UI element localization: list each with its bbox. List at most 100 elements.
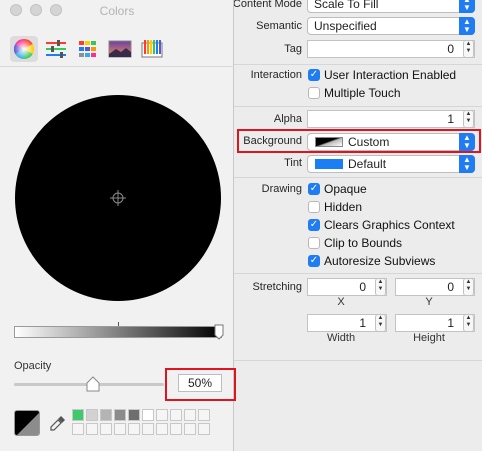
crosshair-icon[interactable] bbox=[110, 190, 126, 206]
favorite-swatch[interactable] bbox=[100, 409, 112, 421]
stretch-width-value: 1 bbox=[359, 316, 366, 330]
favorite-swatch[interactable] bbox=[128, 409, 140, 421]
section-divider bbox=[234, 360, 482, 361]
stretch-width-stepper[interactable]: ▲ ▼ bbox=[375, 314, 386, 332]
stretch-width-label: Width bbox=[326, 332, 356, 344]
favorite-swatch[interactable] bbox=[156, 423, 168, 435]
alpha-field[interactable]: 1 ▲ ▼ bbox=[307, 110, 475, 128]
stretch-width-field[interactable]: 1 ▲ ▼ bbox=[307, 314, 387, 332]
tint-swatch bbox=[315, 159, 343, 169]
tab-image-palettes[interactable] bbox=[106, 36, 134, 62]
interaction-label: Interaction bbox=[250, 69, 302, 81]
user-interaction-label: User Interaction Enabled bbox=[324, 68, 457, 82]
autoresize-label: Autoresize Subviews bbox=[324, 254, 436, 268]
opacity-knob[interactable] bbox=[86, 376, 100, 392]
clip-to-bounds-label: Clip to Bounds bbox=[324, 236, 403, 250]
tag-stepper[interactable]: ▲ ▼ bbox=[463, 40, 474, 58]
chevron-updown-icon: ▲▼ bbox=[459, 0, 475, 13]
stretch-height-label: Height bbox=[413, 332, 445, 344]
favorite-swatch[interactable] bbox=[184, 409, 196, 421]
color-wheel-icon bbox=[14, 39, 34, 59]
chevron-updown-icon: ▲▼ bbox=[459, 155, 475, 173]
stretch-x-field[interactable]: 0 ▲ ▼ bbox=[307, 278, 387, 296]
stretching-label: Stretching bbox=[252, 281, 302, 293]
background-highlight-box bbox=[237, 129, 481, 153]
current-color-swatch[interactable] bbox=[14, 410, 40, 436]
user-interaction-checkbox[interactable]: ✓ bbox=[308, 69, 320, 81]
stretch-y-field[interactable]: 0 ▲ ▼ bbox=[395, 278, 475, 296]
hidden-label: Hidden bbox=[324, 200, 363, 214]
alpha-value: 1 bbox=[447, 112, 454, 126]
brightness-tick bbox=[118, 322, 119, 326]
content-mode-value: Scale To Fill bbox=[314, 0, 379, 11]
content-mode-popup[interactable]: Scale To Fill ▲▼ bbox=[307, 0, 475, 13]
opaque-label: Opaque bbox=[324, 182, 367, 196]
opacity-label: Opacity bbox=[14, 360, 52, 372]
tag-field[interactable]: 0 ▲ ▼ bbox=[307, 40, 475, 58]
pencils-icon bbox=[141, 40, 163, 58]
colors-titlebar[interactable]: Colors bbox=[0, 0, 234, 22]
section-divider bbox=[234, 64, 482, 65]
section-divider bbox=[234, 273, 482, 274]
colors-panel-title: Colors bbox=[99, 4, 135, 18]
favorite-swatch[interactable] bbox=[198, 409, 210, 421]
favorite-swatch[interactable] bbox=[198, 423, 210, 435]
alpha-stepper[interactable]: ▲ ▼ bbox=[463, 110, 474, 128]
favorite-swatch[interactable] bbox=[170, 423, 182, 435]
brightness-knob[interactable] bbox=[214, 324, 224, 340]
image-palettes-icon bbox=[108, 40, 132, 58]
autoresize-checkbox[interactable]: ✓ bbox=[308, 255, 320, 267]
tab-color-wheel[interactable] bbox=[10, 36, 38, 62]
clears-context-label: Clears Graphics Context bbox=[324, 218, 455, 232]
stretch-x-label: X bbox=[337, 296, 345, 308]
multiple-touch-checkbox[interactable] bbox=[308, 87, 320, 99]
stretch-height-value: 1 bbox=[447, 316, 454, 330]
opaque-checkbox[interactable]: ✓ bbox=[308, 183, 320, 195]
stretch-x-value: 0 bbox=[359, 280, 366, 294]
section-divider bbox=[234, 177, 482, 178]
alpha-label: Alpha bbox=[273, 113, 302, 125]
stretch-height-stepper[interactable]: ▲ ▼ bbox=[463, 314, 474, 332]
multiple-touch-label: Multiple Touch bbox=[324, 86, 401, 100]
favorite-swatch[interactable] bbox=[86, 423, 98, 435]
tab-color-palettes[interactable] bbox=[74, 36, 102, 62]
favorite-swatch[interactable] bbox=[72, 423, 84, 435]
favorite-swatch[interactable] bbox=[142, 423, 154, 435]
semantic-popup[interactable]: Unspecified ▲ ▼ bbox=[307, 17, 475, 35]
stretch-y-value: 0 bbox=[447, 280, 454, 294]
chevron-updown-icon: ▲▼ bbox=[459, 17, 475, 35]
favorite-swatch[interactable] bbox=[72, 409, 84, 421]
opacity-highlight-box bbox=[165, 368, 236, 401]
tint-label: Tint bbox=[284, 157, 302, 169]
stretch-height-field[interactable]: 1 ▲ ▼ bbox=[395, 314, 475, 332]
favorite-swatch[interactable] bbox=[156, 409, 168, 421]
semantic-label: Semantic bbox=[256, 20, 302, 32]
brightness-slider[interactable] bbox=[14, 324, 224, 340]
clip-to-bounds-checkbox[interactable] bbox=[308, 237, 320, 249]
favorite-swatch[interactable] bbox=[86, 409, 98, 421]
favorite-swatch[interactable] bbox=[114, 423, 126, 435]
colors-panel: Colors Opacity 50% bbox=[0, 0, 236, 451]
tag-value: 0 bbox=[447, 42, 454, 56]
stretch-x-stepper[interactable]: ▲ ▼ bbox=[375, 278, 386, 296]
stretch-y-label: Y bbox=[425, 296, 433, 308]
favorite-swatch[interactable] bbox=[114, 409, 126, 421]
tab-pencils[interactable] bbox=[138, 36, 166, 62]
current-color-preview bbox=[15, 411, 39, 435]
eyedropper-icon[interactable] bbox=[50, 415, 66, 431]
favorite-swatch[interactable] bbox=[184, 423, 196, 435]
color-palettes-icon bbox=[79, 41, 96, 57]
favorite-swatch[interactable] bbox=[142, 409, 154, 421]
favorite-swatch[interactable] bbox=[128, 423, 140, 435]
favorite-swatch[interactable] bbox=[170, 409, 182, 421]
tint-popup[interactable]: Default ▲ ▼ bbox=[307, 155, 475, 173]
section-divider bbox=[234, 106, 482, 107]
content-mode-label: Content Mode bbox=[232, 0, 302, 10]
stretch-y-stepper[interactable]: ▲ ▼ bbox=[463, 278, 474, 296]
favorite-swatch[interactable] bbox=[100, 423, 112, 435]
hidden-checkbox[interactable] bbox=[308, 201, 320, 213]
color-sliders-icon bbox=[46, 40, 66, 58]
tab-color-sliders[interactable] bbox=[42, 36, 70, 62]
clears-context-checkbox[interactable]: ✓ bbox=[308, 219, 320, 231]
tag-label: Tag bbox=[284, 43, 302, 55]
